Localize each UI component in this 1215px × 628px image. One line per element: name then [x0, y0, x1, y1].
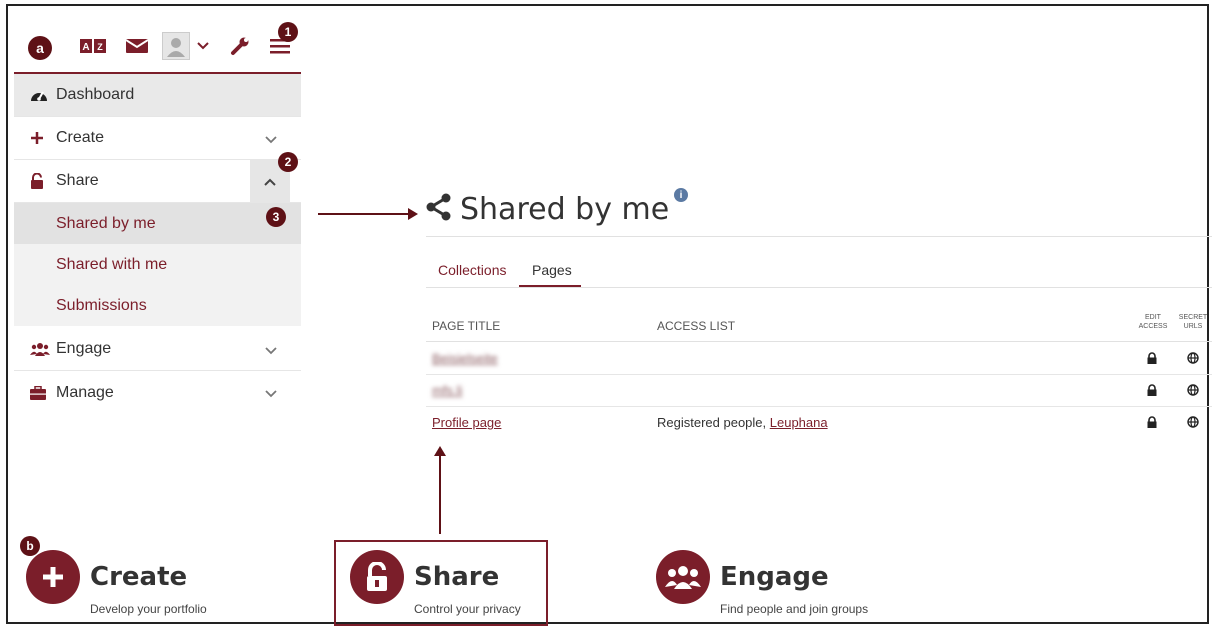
marker-3: 3: [266, 207, 286, 227]
sidebar-item-manage[interactable]: Manage: [14, 371, 301, 414]
column-edit-access: EDIT ACCESS: [1138, 314, 1168, 330]
globe-icon[interactable]: [1187, 384, 1199, 396]
sidebar-subitem-shared-with-me[interactable]: Shared with me: [14, 244, 301, 285]
marker-2: 2: [278, 152, 298, 172]
plus-circle-icon: [26, 550, 80, 604]
sidebar-subitem-submissions[interactable]: Submissions: [14, 285, 301, 326]
sidebar-item-label: Manage: [56, 383, 114, 401]
card-title: Engage: [720, 562, 829, 592]
wrench-icon[interactable]: [230, 36, 250, 56]
translate-icon[interactable]: A Z: [80, 36, 108, 56]
marker-a: a: [28, 36, 52, 60]
sidebar-item-label: Share: [56, 172, 99, 189]
tab-pages[interactable]: Pages: [532, 262, 572, 278]
chevron-down-icon[interactable]: [263, 342, 279, 358]
access-group-link[interactable]: Leuphana: [770, 415, 828, 430]
globe-icon[interactable]: [1187, 352, 1199, 364]
arrow-right: [318, 213, 410, 215]
mail-icon[interactable]: [126, 36, 148, 56]
users-circle-icon: [656, 550, 710, 604]
chevron-down-icon[interactable]: [263, 385, 279, 401]
page-heading: Shared by me: [426, 191, 670, 227]
card-subtitle: Control your privacy: [414, 602, 521, 616]
page-title-link[interactable]: Profile page: [432, 415, 501, 430]
marker-1: 1: [278, 22, 298, 42]
access-list-text: Registered people,: [657, 415, 770, 430]
sidebar-subitem-label: Submissions: [56, 296, 147, 314]
user-avatar-icon[interactable]: [162, 32, 190, 60]
access-list-cell: Registered people, Leuphana: [657, 415, 828, 430]
chevron-up-icon: [264, 178, 276, 186]
svg-text:A: A: [82, 42, 89, 53]
unlock-circle-icon: [350, 550, 404, 604]
card-share[interactable]: Share Control your privacy: [350, 550, 521, 616]
globe-icon[interactable]: [1187, 416, 1199, 428]
sidebar-item-dashboard[interactable]: Dashboard: [14, 74, 301, 117]
table-header: PAGE TITLE ACCESS LIST EDIT ACCESS SECRE…: [426, 314, 1212, 342]
table-row: Profile page Registered people, Leuphana: [426, 407, 1212, 439]
plus-icon: [30, 131, 50, 145]
card-subtitle: Find people and join groups: [720, 602, 869, 616]
chevron-down-icon[interactable]: [196, 36, 210, 56]
unlock-icon: [30, 173, 50, 189]
sidebar-subitem-shared-by-me[interactable]: Shared by me: [14, 203, 301, 244]
arrow-right-head: [408, 208, 418, 220]
card-subtitle: Develop your portfolio: [90, 602, 207, 616]
briefcase-icon: [30, 385, 50, 400]
divider: [426, 236, 1212, 237]
sidebar-subitem-label: Shared with me: [56, 255, 168, 273]
dashboard-icon: [30, 87, 50, 103]
sidebar-item-create[interactable]: Create: [14, 117, 301, 160]
tab-bar: Collections Pages: [426, 256, 1212, 288]
sidebar-item-label: Engage: [56, 340, 112, 357]
chevron-down-icon[interactable]: [263, 131, 279, 147]
active-tab-indicator: [519, 285, 581, 287]
sidebar-nav: Dashboard Create Share Shared by me Shar…: [14, 72, 301, 412]
page-title: Shared by me: [460, 191, 670, 227]
tab-collections[interactable]: Collections: [438, 262, 506, 278]
card-engage[interactable]: Engage Find people and join groups: [656, 550, 868, 616]
sidebar-subitem-label: Shared by me: [56, 214, 156, 232]
table-row: Beisielseite: [426, 343, 1212, 375]
lock-icon[interactable]: [1146, 384, 1158, 396]
table-row: mfs.li: [426, 375, 1212, 407]
shared-by-me-panel: Shared by me i Collections Pages PAGE TI…: [426, 182, 1212, 442]
card-title: Create: [90, 562, 188, 592]
card-title: Share: [414, 562, 500, 592]
share-icon: [426, 193, 452, 226]
page-title-link[interactable]: Beisielseite: [432, 351, 498, 366]
users-icon: [30, 342, 50, 356]
sidebar-item-label: Dashboard: [56, 86, 135, 103]
svg-text:Z: Z: [97, 42, 103, 52]
sidebar-item-engage[interactable]: Engage: [14, 328, 301, 371]
arrow-up-head: [434, 446, 446, 456]
sidebar-item-label: Create: [56, 129, 105, 146]
column-access-list: ACCESS LIST: [657, 319, 736, 333]
lock-icon[interactable]: [1146, 352, 1158, 364]
page-title-link[interactable]: mfs.li: [432, 383, 462, 398]
info-icon[interactable]: i: [674, 188, 688, 202]
column-secret-urls: SECRET URLS: [1178, 314, 1208, 330]
sidebar-item-share[interactable]: Share: [14, 160, 301, 203]
lock-icon[interactable]: [1146, 416, 1158, 428]
card-create[interactable]: Create Develop your portfolio: [26, 550, 207, 616]
arrow-up: [439, 452, 441, 534]
column-page-title[interactable]: PAGE TITLE: [432, 319, 500, 333]
